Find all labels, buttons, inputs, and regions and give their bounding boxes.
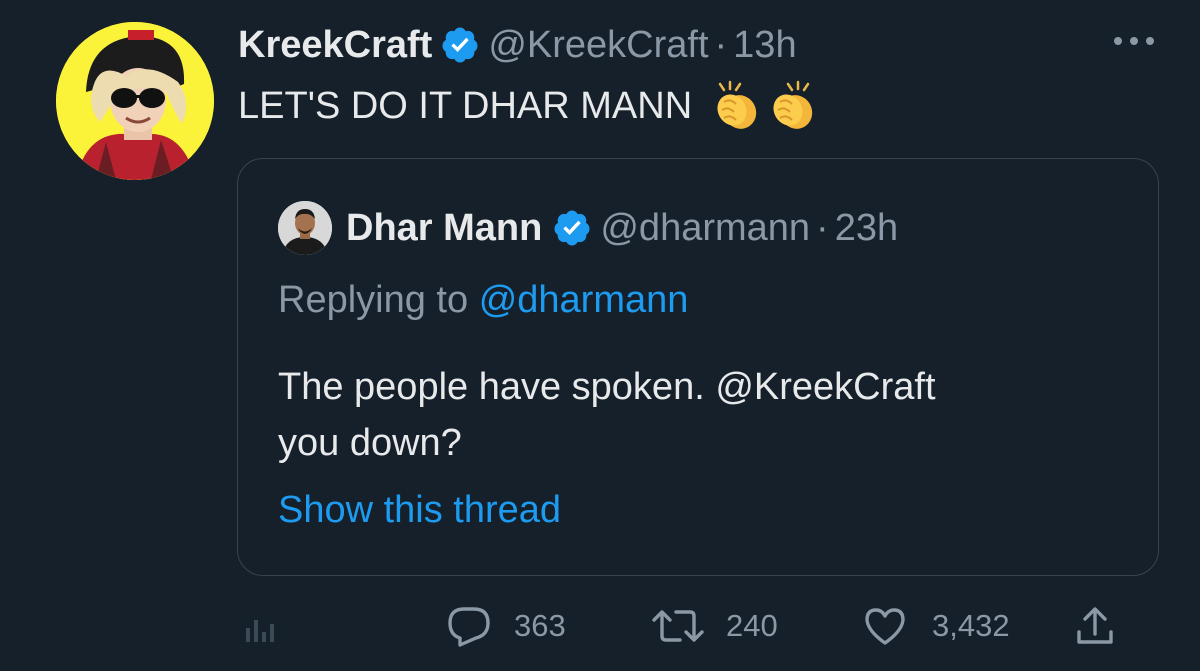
tweet-text-content: LET'S DO IT DHAR MANN (238, 84, 693, 127)
quoted-text-part: you down? (278, 422, 462, 464)
more-horizontal-icon[interactable] (1112, 33, 1156, 49)
clap-emoji-icon (773, 80, 813, 129)
quoted-tweet-card[interactable]: Dhar Mann @dharmann · 23h Replying to @d… (237, 158, 1159, 576)
separator-dot: · (816, 206, 829, 249)
tweet[interactable]: KreekCraft @KreekCraft · 13h LET'S DO IT… (0, 0, 1200, 671)
replying-to-mention-link[interactable]: @dharmann (479, 279, 689, 321)
quoted-author-avatar (278, 201, 332, 255)
separator-dot: · (714, 23, 728, 66)
verified-badge-icon (552, 208, 592, 248)
quoted-tweet-timestamp[interactable]: 23h (835, 207, 898, 250)
reply-count: 363 (514, 608, 566, 643)
reply-button[interactable]: 363 (446, 595, 566, 657)
quoted-tweet-header: Dhar Mann @dharmann · 23h (278, 199, 898, 257)
author-avatar[interactable] (56, 22, 214, 180)
mention-link[interactable]: @KreekCraft (715, 366, 935, 408)
quoted-text-part: The people have spoken. (278, 366, 705, 408)
analytics-icon (246, 620, 274, 642)
analytics-button[interactable] (240, 595, 280, 657)
retweet-button[interactable]: 240 (650, 595, 778, 657)
share-icon (1077, 607, 1113, 644)
tweet-action-bar: 363 240 3,432 (0, 595, 1200, 657)
quoted-author-handle[interactable]: @dharmann (600, 207, 810, 250)
tweet-timestamp[interactable]: 13h (733, 24, 796, 67)
quoted-author-display-name[interactable]: Dhar Mann (346, 207, 542, 250)
tweet-text: LET'S DO IT DHAR MANN (238, 80, 818, 132)
quoted-tweet-text: The people have spoken. @KreekCraft you … (278, 359, 1098, 471)
like-count: 3,432 (932, 608, 1010, 643)
retweet-count: 240 (726, 608, 778, 643)
emoji-group (710, 80, 818, 132)
clap-emoji-icon (717, 80, 757, 129)
retweet-icon (652, 610, 704, 642)
author-display-name[interactable]: KreekCraft (238, 24, 432, 67)
replying-to-label: Replying to (278, 279, 469, 321)
tweet-header: KreekCraft @KreekCraft · 13h (238, 20, 797, 70)
reply-icon (448, 607, 490, 647)
replying-to-line: Replying to @dharmann (278, 279, 688, 322)
like-button[interactable]: 3,432 (862, 595, 1010, 657)
share-button[interactable] (1074, 595, 1116, 657)
verified-badge-icon (440, 25, 480, 65)
author-handle[interactable]: @KreekCraft (488, 24, 708, 67)
show-thread-link[interactable]: Show this thread (278, 489, 561, 532)
heart-icon (865, 608, 905, 645)
